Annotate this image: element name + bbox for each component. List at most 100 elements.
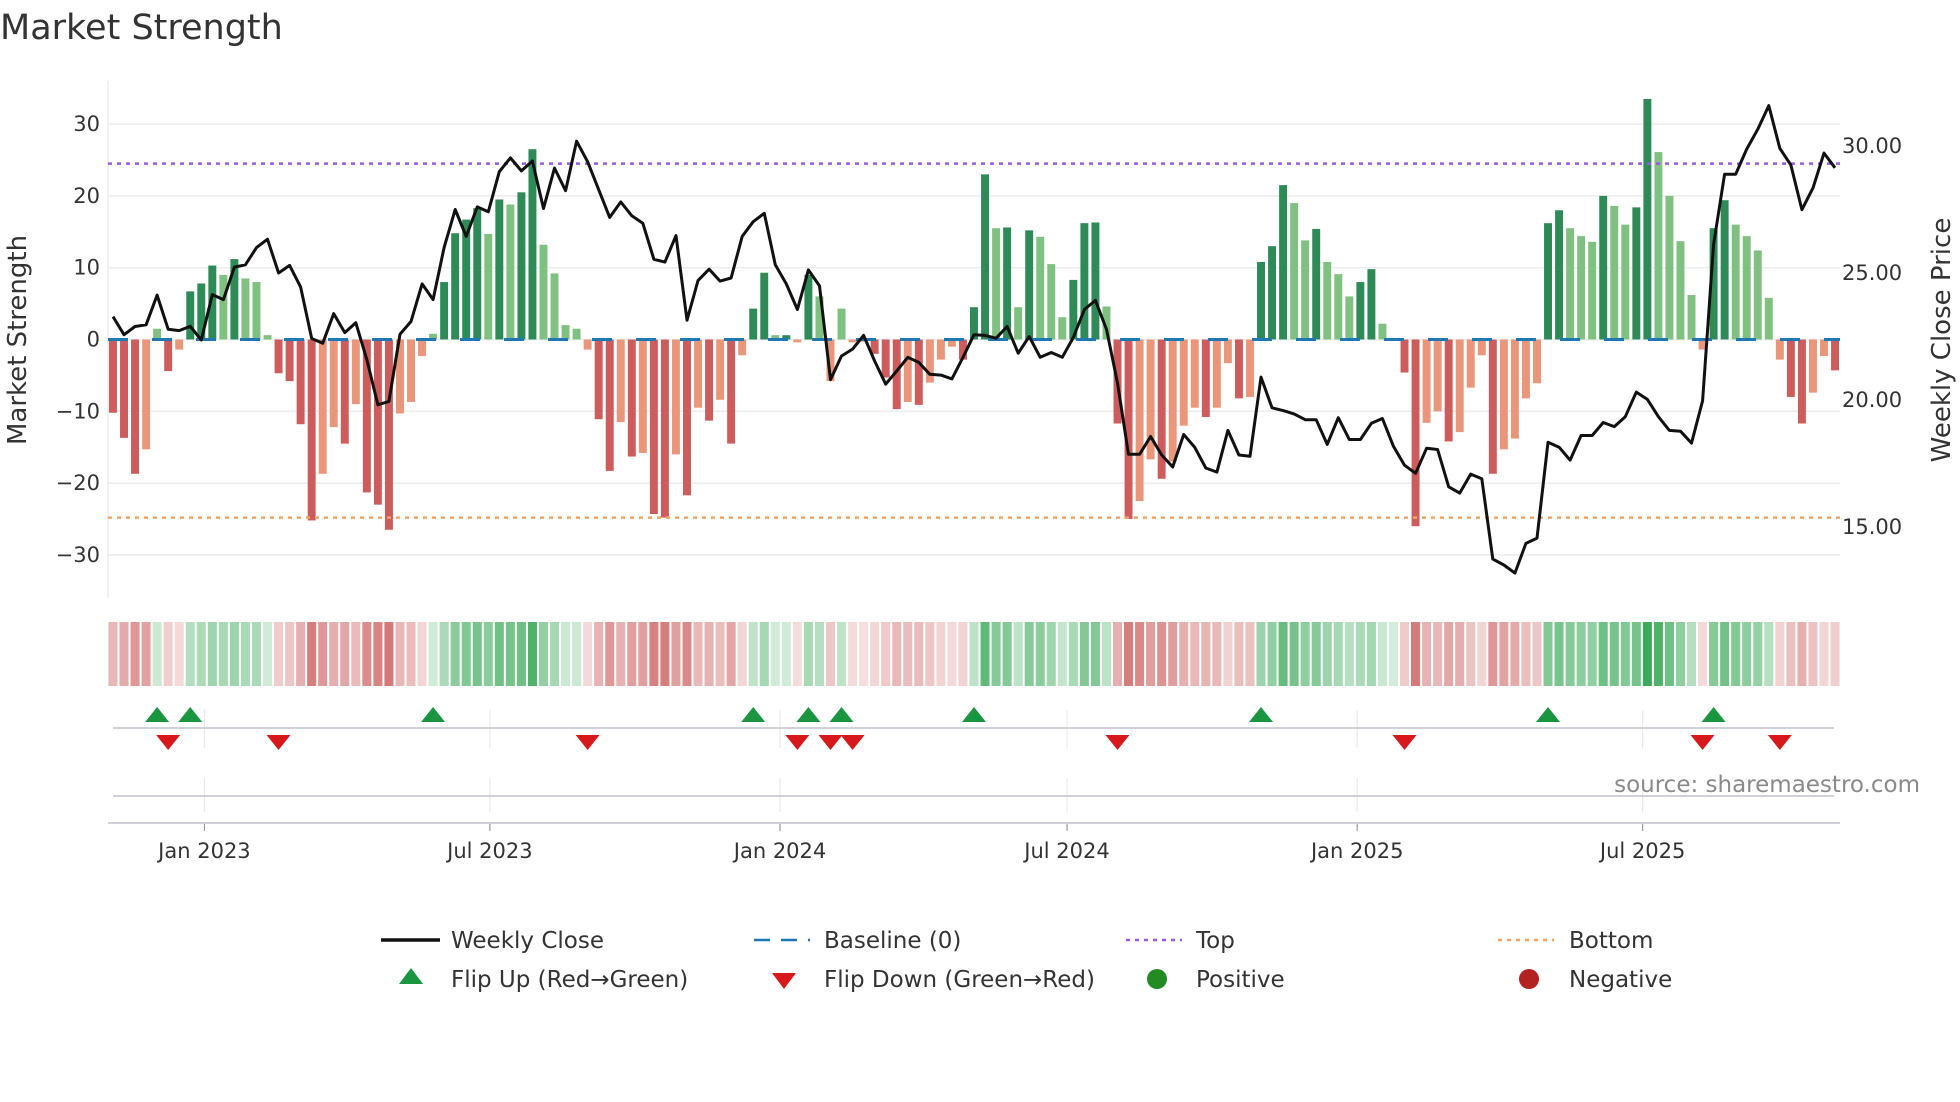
flip-up-marker [145, 707, 170, 722]
flip-up-marker [829, 707, 854, 722]
strength-bar [1212, 339, 1221, 408]
heatmap-cell [196, 622, 206, 686]
strength-bar [981, 174, 990, 340]
strength-bar [1091, 222, 1100, 340]
heatmap-cell [859, 622, 869, 686]
strength-bar [539, 244, 548, 340]
y-tick-label: −20 [56, 471, 100, 495]
heatmap-cell [229, 622, 239, 686]
heatmap-cell [1322, 622, 1332, 686]
heatmap-cell [1720, 622, 1730, 686]
strength-bar [517, 192, 526, 340]
strength-bar [1533, 339, 1541, 384]
heatmap-cell [1002, 622, 1012, 686]
flip-up-marker [421, 707, 446, 722]
heatmap-cell [1256, 622, 1266, 686]
heatmap-cell [616, 622, 626, 686]
strength-bar [495, 199, 504, 340]
y-tick-label: 30 [73, 112, 100, 136]
strength-bar [440, 282, 449, 340]
strength-bar [1003, 227, 1012, 340]
heatmap-cell [285, 622, 295, 686]
strength-bar [1654, 152, 1663, 340]
heatmap-cell [1024, 622, 1034, 686]
y-tick-label: 20 [73, 184, 100, 208]
heatmap-cell [737, 622, 747, 686]
strength-bar [1190, 339, 1199, 408]
strength-bar [1621, 224, 1630, 340]
strength-bar [451, 233, 460, 340]
heatmap-cell [693, 622, 703, 686]
legend-flip-up: Flip Up (Red→Green) [451, 967, 688, 993]
strength-bar [594, 339, 603, 420]
strength-bar [561, 325, 570, 340]
heatmap-cell [1687, 622, 1697, 686]
flip-down-marker [840, 735, 865, 750]
heatmap-cell [1664, 622, 1674, 686]
legend-flip-down: Flip Down (Green→Red) [824, 967, 1095, 993]
heatmap-cell [1124, 622, 1134, 686]
heatmap-cell [1764, 622, 1774, 686]
heatmap-cell [1698, 622, 1708, 686]
strength-bar [903, 339, 912, 402]
strength-bar [473, 208, 482, 340]
heatmap-cell [1035, 622, 1045, 686]
heatmap-cell [936, 622, 946, 686]
y2-tick-label: 25.00 [1842, 261, 1902, 285]
strength-bar [1764, 297, 1773, 340]
heatmap-cell [472, 622, 482, 686]
heatmap-cell [583, 622, 593, 686]
strength-bar [550, 273, 559, 340]
heatmap-cell [1830, 622, 1840, 686]
heatmap-cell [1411, 622, 1421, 686]
heatmap-cell [505, 622, 515, 686]
strength-bar [1400, 339, 1409, 373]
heatmap-cell [1234, 622, 1244, 686]
heatmap-cell [1366, 622, 1376, 686]
strength-bar [1643, 98, 1652, 340]
strength-bar [1334, 274, 1343, 340]
heatmap-cell [329, 622, 339, 686]
heatmap-cell [605, 622, 615, 686]
heatmap-cell [726, 622, 736, 686]
strength-bar [351, 339, 360, 405]
heatmap-cell [594, 622, 604, 686]
heatmap-cell [1212, 622, 1222, 686]
strength-bar [1831, 339, 1840, 371]
heatmap-cell [274, 622, 284, 686]
strength-bar [318, 339, 327, 474]
heatmap-cell [1135, 622, 1145, 686]
strength-bar [263, 335, 272, 340]
strength-bar [583, 339, 592, 350]
heatmap-cell [362, 622, 372, 686]
heatmap-cell [1146, 622, 1156, 686]
strength-bar [307, 339, 316, 521]
strength-bar [1599, 195, 1608, 340]
strength-bar [1676, 241, 1685, 340]
flip-up-icon [399, 968, 423, 984]
strength-bar [1245, 339, 1254, 397]
heatmap-cell [1653, 622, 1663, 686]
strength-bar [285, 339, 294, 382]
heatmap-cell [881, 622, 891, 686]
heatmap-cell [1521, 622, 1531, 686]
strength-bar [1786, 339, 1795, 397]
flip-down-marker [156, 735, 181, 750]
heatmap-cell [1565, 622, 1575, 686]
chart-title: Market Strength [0, 8, 283, 48]
strength-bar [1566, 228, 1575, 340]
heatmap-cell [914, 622, 924, 686]
heatmap-cell [1201, 622, 1211, 686]
heatmap-cell [1157, 622, 1167, 686]
strength-bar [1797, 339, 1806, 424]
strength-bar [329, 339, 338, 428]
heatmap-cell [516, 622, 526, 686]
strength-bar [1323, 261, 1332, 340]
strength-bar [649, 339, 658, 514]
strength-bar [925, 339, 934, 383]
strength-bar [660, 339, 669, 518]
heatmap-cell [947, 622, 957, 686]
strength-bar [219, 274, 228, 340]
heatmap-cell [450, 622, 460, 686]
heatmap-cell [1488, 622, 1498, 686]
